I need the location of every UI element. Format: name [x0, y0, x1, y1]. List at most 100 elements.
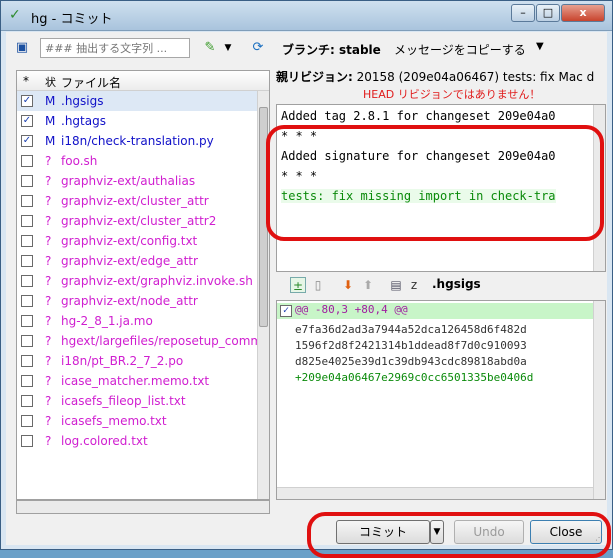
file-checkbox[interactable]: [21, 375, 33, 387]
status-help-icon[interactable]: ✎: [202, 40, 218, 56]
file-name: hg-2_8_1.ja.mo: [61, 314, 153, 328]
file-status: ?: [45, 154, 52, 168]
file-status: ?: [45, 434, 52, 448]
diff-view[interactable]: @@ -80,3 +80,4 @@ ✓ e7fa36d2ad3a7944a52d…: [276, 300, 606, 500]
file-row[interactable]: ? hgext/largefiles/reposetup_comm: [17, 331, 262, 351]
column-header-filename[interactable]: ファイル名: [61, 74, 121, 91]
file-checkbox[interactable]: [21, 415, 33, 427]
file-checkbox[interactable]: [21, 395, 33, 407]
commit-button[interactable]: コミット: [336, 520, 430, 544]
maximize-button[interactable]: □: [536, 4, 560, 22]
commit-window: ✓ hg - コミット – □ x ▣ ✎ ▼ ⟳ ブランチ: stable メ…: [0, 0, 613, 558]
tortoisehg-check-icon: ✓: [9, 7, 21, 23]
file-status: ?: [45, 334, 52, 348]
file-status: ?: [45, 174, 52, 188]
file-checkbox[interactable]: ✓: [21, 95, 33, 107]
hunk-checkbox[interactable]: ✓: [280, 305, 292, 317]
file-checkbox[interactable]: [21, 235, 33, 247]
file-checkbox[interactable]: [21, 435, 33, 447]
chevron-down-icon[interactable]: ▼: [536, 41, 544, 52]
file-row[interactable]: ✓ Mi18n/check-translation.py: [17, 131, 257, 151]
minimize-button[interactable]: –: [511, 4, 535, 22]
close-window-button[interactable]: x: [561, 4, 605, 22]
file-row[interactable]: ? foo.sh: [17, 151, 257, 171]
file-checkbox[interactable]: [21, 155, 33, 167]
file-name: graphviz-ext/cluster_attr: [61, 194, 209, 208]
file-checkbox[interactable]: ✓: [21, 135, 33, 147]
file-row[interactable]: ✓ M .hgsigs: [17, 91, 257, 111]
file-row[interactable]: ✓ M .hgtags: [17, 111, 257, 131]
title-bar[interactable]: ✓ hg - コミット – □ x: [1, 1, 612, 31]
file-row[interactable]: ? hg-2_8_1.ja.mo: [17, 311, 257, 331]
close-button[interactable]: Close: [530, 520, 602, 544]
file-row[interactable]: ? graphviz-ext/node_attr: [17, 291, 257, 311]
diff-hscrollbar[interactable]: [277, 487, 593, 499]
file-name: foo.sh: [61, 154, 98, 168]
file-checkbox[interactable]: ✓: [21, 115, 33, 127]
add-chunk-icon[interactable]: ±: [290, 277, 306, 293]
file-checkbox[interactable]: [21, 215, 33, 227]
diff-toolbar: ± ▯ ⬇ ⬆ ▤ z .hgsigs: [276, 274, 606, 296]
file-checkbox[interactable]: [21, 195, 33, 207]
file-row[interactable]: ? graphviz-ext/edge_attr: [17, 251, 257, 271]
parent-value: 20158 (209e04a06467) tests: fix Mac d: [356, 70, 595, 84]
file-row[interactable]: ? graphviz-ext/graphviz.invoke.sh: [17, 271, 257, 291]
file-view-icon[interactable]: ▤: [388, 277, 404, 293]
sort-icon[interactable]: z: [406, 277, 422, 293]
file-checkbox[interactable]: [21, 255, 33, 267]
checkbox-toggle-icon[interactable]: ▣: [14, 40, 30, 56]
branch-label: ブランチ: stable: [282, 43, 381, 57]
file-name: icasefs_memo.txt: [61, 414, 167, 428]
file-list-hscrollbar[interactable]: [16, 500, 270, 514]
resize-grip[interactable]: ⋰: [595, 533, 605, 543]
diff-context-line: 1596f2d8f2421314b1ddead8f7d0c910093: [295, 339, 527, 352]
file-row[interactable]: ? graphviz-ext/cluster_attr2: [17, 211, 257, 231]
file-name: graphviz-ext/edge_attr: [61, 254, 198, 268]
file-status: ?: [45, 354, 52, 368]
file-row[interactable]: ? graphviz-ext/cluster_attr: [17, 191, 257, 211]
filter-input[interactable]: [40, 38, 190, 58]
undo-button[interactable]: Undo: [454, 520, 524, 544]
file-row[interactable]: ? log.colored.txt: [17, 431, 257, 451]
file-checkbox[interactable]: [21, 315, 33, 327]
arrow-down-icon[interactable]: ⬇: [340, 277, 356, 293]
file-checkbox[interactable]: [21, 295, 33, 307]
column-header-status[interactable]: 状: [45, 74, 56, 90]
hunk-header: @@ -80,3 +80,4 @@: [277, 303, 593, 319]
file-checkbox[interactable]: [21, 335, 33, 347]
file-name: .hgsigs: [61, 94, 104, 108]
column-header-checked[interactable]: *: [23, 74, 29, 88]
toolbar: ▣ ✎ ▼ ⟳ ブランチ: stable メッセージをコピーする ▼: [6, 32, 607, 64]
file-checkbox[interactable]: [21, 175, 33, 187]
hunk-header-text: @@ -80,3 +80,4 @@: [295, 303, 408, 316]
file-row[interactable]: ? icasefs_memo.txt: [17, 411, 257, 431]
copy-message-button[interactable]: メッセージをコピーする: [394, 41, 526, 58]
file-row[interactable]: ? icase_matcher.memo.txt: [17, 371, 257, 391]
file-name: log.colored.txt: [61, 434, 148, 448]
file-name: graphviz-ext/node_attr: [61, 294, 198, 308]
file-status: M: [45, 94, 56, 108]
file-row[interactable]: ? graphviz-ext/config.txt: [17, 231, 257, 251]
diff-context-line: d825e4025e39d1c39db943cdc89818abd0a: [295, 355, 527, 368]
file-row[interactable]: ? icasefs_fileop_list.txt: [17, 391, 257, 411]
commit-dropdown-button[interactable]: ▼: [430, 520, 444, 544]
file-status: M: [45, 134, 56, 148]
file-row[interactable]: ? graphviz-ext/authalias: [17, 171, 257, 191]
diff-vscrollbar[interactable]: [593, 301, 605, 499]
file-checkbox[interactable]: [21, 275, 33, 287]
file-name: graphviz-ext/config.txt: [61, 234, 198, 248]
annotate-icon[interactable]: ▯: [310, 277, 326, 293]
arrow-up-icon[interactable]: ⬆: [360, 277, 376, 293]
file-status: ?: [45, 274, 52, 288]
chevron-down-icon[interactable]: ▼: [220, 40, 236, 56]
file-status: M: [45, 114, 56, 128]
file-row[interactable]: ? i18n/pt_BR.2_7_2.po: [17, 351, 257, 371]
parent-label: 親リビジョン:: [276, 70, 353, 84]
file-name: hgext/largefiles/reposetup_comm: [61, 334, 263, 348]
refresh-icon[interactable]: ⟳: [250, 40, 266, 56]
file-name: icase_matcher.memo.txt: [61, 374, 210, 388]
message-line: Added tag 2.8.1 for changeset 209e04a0: [281, 109, 556, 123]
client-area: ▣ ✎ ▼ ⟳ ブランチ: stable メッセージをコピーする ▼ * 状 フ…: [6, 32, 611, 558]
file-checkbox[interactable]: [21, 355, 33, 367]
file-status: ?: [45, 214, 52, 228]
